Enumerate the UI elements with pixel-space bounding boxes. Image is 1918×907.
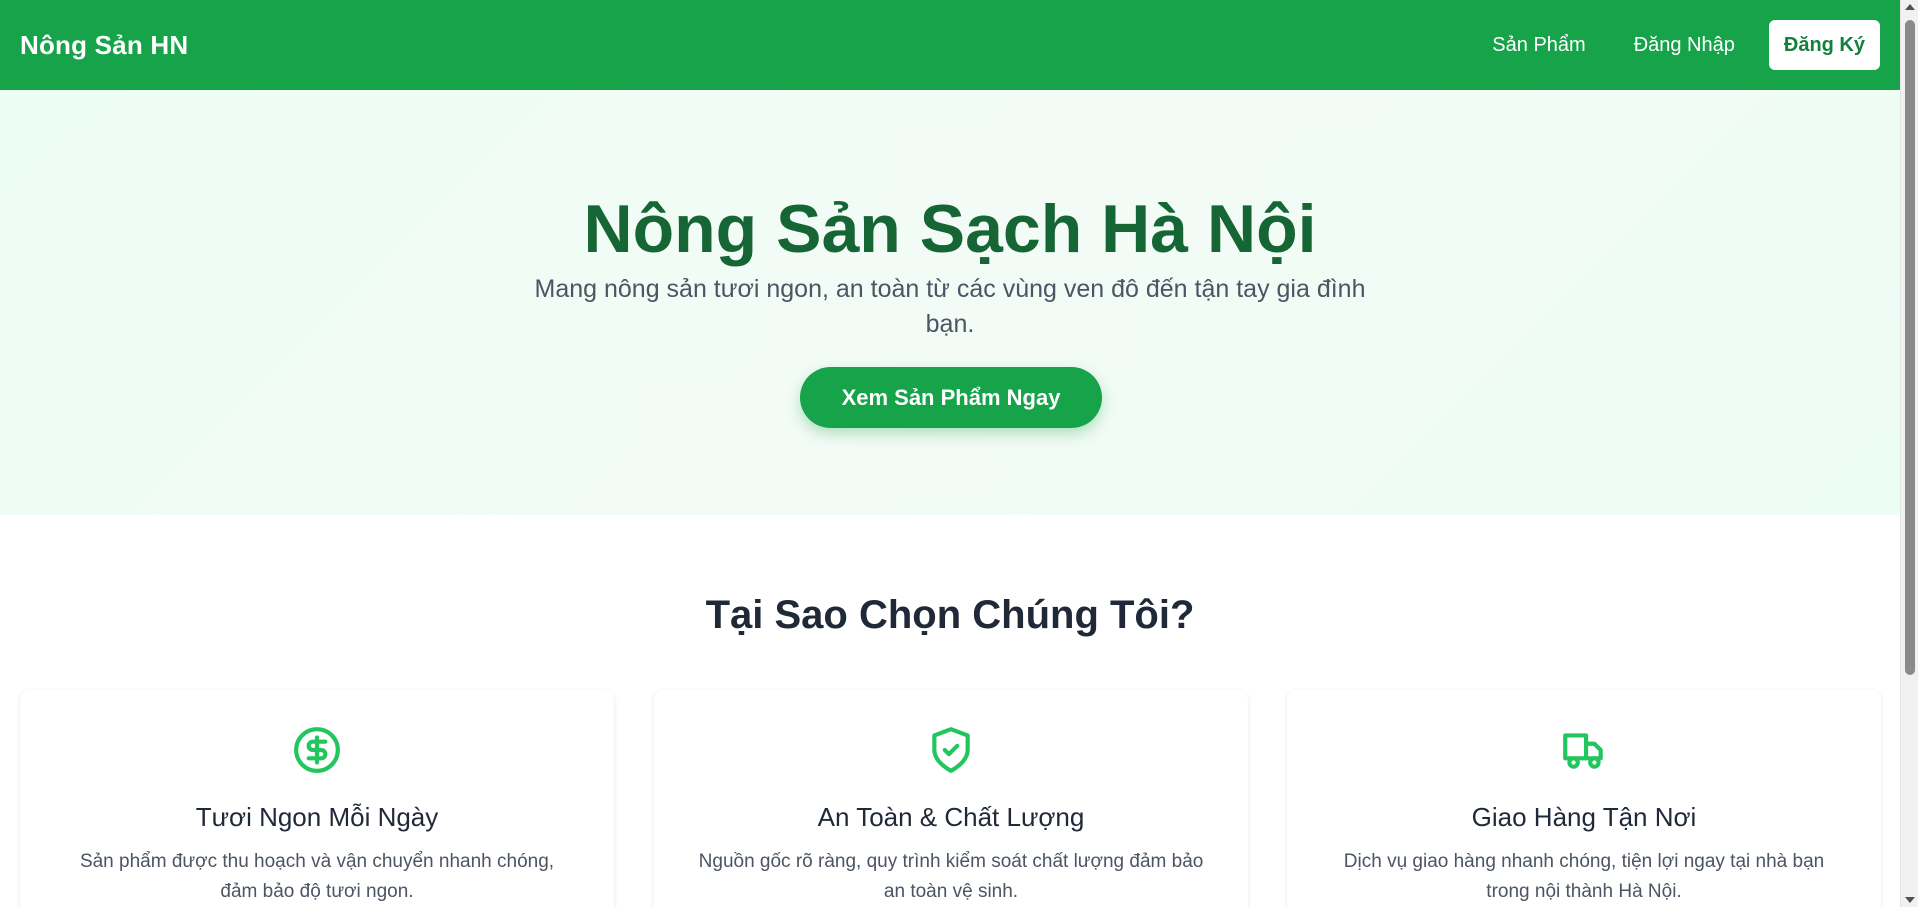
feature-title: Giao Hàng Tận Nơi (1471, 802, 1697, 832)
nav-link-products[interactable]: Sản Phẩm (1468, 34, 1609, 57)
page-scrollbar[interactable] (1900, 0, 1918, 907)
scrollbar-thumb[interactable] (1905, 20, 1915, 675)
brand-logo[interactable]: Nông Sản HN (20, 30, 188, 61)
feature-card-delivery: Giao Hàng Tận Nơi Dịch vụ giao hàng nhan… (1287, 690, 1881, 907)
shield-check-icon (932, 727, 970, 773)
feature-card-safety: An Toàn & Chất Lượng Nguồn gốc rõ ràng, … (654, 690, 1248, 907)
feature-title: An Toàn & Chất Lượng (817, 802, 1085, 832)
dollar-icon (294, 727, 340, 773)
features-title: Tại Sao Chọn Chúng Tôi? (705, 593, 1195, 637)
hero-subtitle: Mang nông sản tươi ngon, an toàn từ các … (534, 275, 1366, 338)
nav-link-login[interactable]: Đăng Nhập (1610, 34, 1759, 57)
scroll-down-arrow-icon[interactable] (1905, 897, 1915, 903)
hero-section: Nông Sản Sạch Hà Nội Mang nông sản tươi … (0, 90, 1900, 515)
navbar: Nông Sản HN Sản Phẩm Đăng Nhập Đăng Ký (0, 0, 1900, 90)
feature-title: Tươi Ngon Mỗi Ngày (195, 802, 439, 832)
hero-title: Nông Sản Sạch Hà Nội (583, 191, 1317, 267)
feature-description: Nguồn gốc rõ ràng, quy trình kiểm soát c… (698, 851, 1204, 902)
register-button[interactable]: Đăng Ký (1768, 20, 1880, 70)
scroll-up-arrow-icon[interactable] (1905, 4, 1915, 10)
feature-card-fresh: Tươi Ngon Mỗi Ngày Sản phẩm được thu hoạ… (20, 690, 614, 907)
feature-description: Dịch vụ giao hàng nhanh chóng, tiện lợi … (1343, 851, 1825, 902)
feature-description: Sản phẩm được thu hoạch và vận chuyển nh… (79, 851, 555, 902)
truck-icon (1563, 733, 1603, 769)
view-products-button[interactable]: Xem Sản Phẩm Ngay (800, 367, 1102, 428)
nav-links: Sản Phẩm Đăng Nhập Đăng Ký (1468, 20, 1880, 70)
